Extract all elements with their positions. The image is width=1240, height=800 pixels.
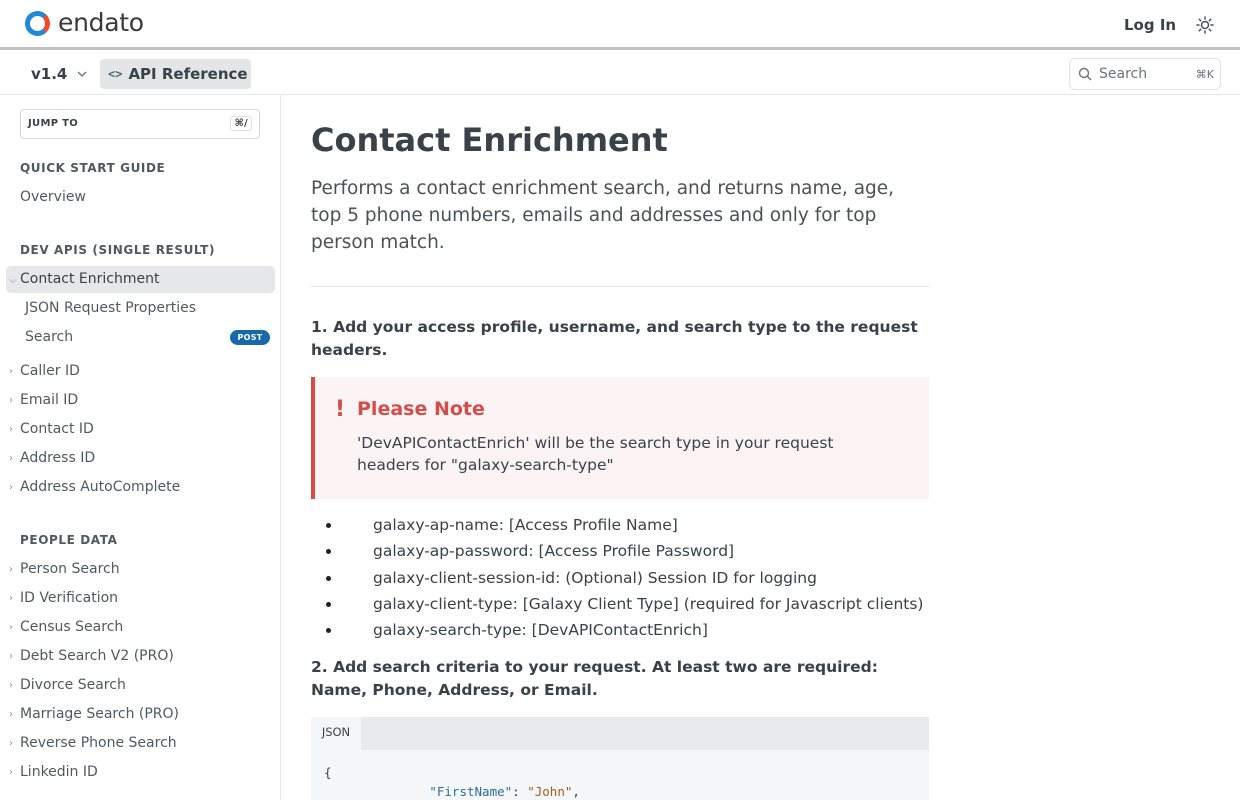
list-item: galaxy-client-type: [Galaxy Client Type]…	[326, 592, 923, 618]
list-item: galaxy-ap-password: [Access Profile Pass…	[326, 539, 923, 565]
sidebar-item-address-autocomplete[interactable]: Address AutoComplete	[20, 479, 180, 495]
divider	[311, 286, 929, 287]
jump-to-input[interactable]: JUMP TO ⌘/	[20, 109, 260, 139]
chevron-right-icon: ›	[9, 622, 13, 633]
section-heading: DEV APIS (SINGLE RESULT)	[20, 243, 216, 257]
step-1-heading: 1. Add your access profile, username, an…	[311, 318, 918, 359]
code-line: {	[324, 765, 332, 780]
tab-json[interactable]: JSON	[311, 717, 361, 750]
chevron-right-icon: ›	[9, 767, 13, 778]
sidebar-item-marriage-search[interactable]: Marriage Search (PRO)	[20, 706, 179, 722]
search-shortcut: ⌘K	[1195, 68, 1214, 81]
sun-icon[interactable]	[1196, 16, 1214, 34]
code-content: { "FirstName": "John",	[324, 765, 580, 799]
chevron-right-icon: ›	[9, 424, 13, 435]
section-heading: PEOPLE DATA	[20, 533, 118, 547]
search-placeholder: Search	[1099, 66, 1148, 82]
note-title: Please Note	[357, 398, 485, 420]
version-label: v1.4	[31, 65, 68, 83]
brand-logo[interactable]: endato	[25, 10, 144, 36]
sidebar-item-id-verification[interactable]: ID Verification	[20, 590, 118, 606]
exclamation-icon: !	[335, 397, 346, 422]
api-reference-tab[interactable]: <> API Reference	[100, 59, 251, 89]
sidebar-item-address-id[interactable]: Address ID	[20, 450, 95, 466]
sidebar-item-reverse-phone-search[interactable]: Reverse Phone Search	[20, 735, 177, 751]
list-item: galaxy-ap-name: [Access Profile Name]	[326, 513, 923, 539]
brand-name: endato	[58, 8, 144, 37]
sidebar-item-json-request-properties[interactable]: JSON Request Properties	[25, 300, 196, 316]
code-block: JSON { "FirstName": "John",	[311, 717, 929, 800]
page-title: Contact Enrichment	[311, 121, 668, 159]
top-header: endato Log In	[0, 0, 1240, 50]
chevron-right-icon: ›	[9, 680, 13, 691]
sidebar: JUMP TO ⌘/ QUICK START GUIDE Overview DE…	[0, 95, 281, 800]
sidebar-item-email-id[interactable]: Email ID	[20, 392, 78, 408]
step-2-heading: 2. Add search criteria to your request. …	[311, 658, 878, 699]
chevron-right-icon: ›	[9, 593, 13, 604]
page-description: Performs a contact enrichment search, an…	[311, 178, 895, 253]
version-selector[interactable]: v1.4	[31, 65, 87, 83]
list-item: galaxy-search-type: [DevAPIContactEnrich…	[326, 618, 923, 644]
note-callout: ! Please Note 'DevAPIContactEnrich' will…	[311, 377, 929, 499]
sub-navigation-bar: v1.4 <> API Reference Search ⌘K	[0, 53, 1240, 95]
header-list: galaxy-ap-name: [Access Profile Name] ga…	[326, 513, 923, 644]
chevron-right-icon: ›	[9, 738, 13, 749]
list-item: galaxy-client-session-id: (Optional) Ses…	[326, 566, 923, 592]
chevron-right-icon: ›	[9, 482, 13, 493]
code-string: "John"	[527, 784, 573, 799]
code-tab-bar	[311, 717, 929, 750]
sidebar-item-person-search[interactable]: Person Search	[20, 561, 120, 577]
api-reference-label: API Reference	[128, 65, 248, 83]
post-method-badge: POST	[230, 330, 270, 345]
chevron-right-icon: ›	[9, 453, 13, 464]
sidebar-item-linkedin-id[interactable]: Linkedin ID	[20, 764, 98, 780]
sidebar-item-divorce-search[interactable]: Divorce Search	[20, 677, 126, 693]
jump-to-shortcut: ⌘/	[230, 116, 252, 131]
search-icon	[1078, 67, 1092, 81]
search-input[interactable]: Search ⌘K	[1069, 58, 1221, 90]
chevron-right-icon: ›	[9, 395, 13, 406]
code-key: "FirstName"	[429, 784, 513, 799]
chevron-down-icon: ⌵	[9, 275, 17, 286]
sidebar-item-caller-id[interactable]: Caller ID	[20, 363, 80, 379]
jump-to-label: JUMP TO	[28, 118, 79, 129]
chevron-down-icon	[77, 71, 87, 77]
section-heading: QUICK START GUIDE	[20, 161, 166, 175]
chevron-right-icon: ›	[9, 366, 13, 377]
chevron-right-icon: ›	[9, 709, 13, 720]
sidebar-item-census-search[interactable]: Census Search	[20, 619, 123, 635]
sidebar-item-search[interactable]: Search	[25, 329, 73, 345]
login-button[interactable]: Log In	[1124, 16, 1176, 34]
sidebar-item-overview[interactable]: Overview	[20, 189, 86, 205]
sidebar-item-debt-search[interactable]: Debt Search V2 (PRO)	[20, 648, 174, 664]
chevron-right-icon: ›	[9, 564, 13, 575]
chevron-right-icon: ›	[9, 651, 13, 662]
note-body: 'DevAPIContactEnrich' will be the search…	[357, 434, 834, 474]
sidebar-item-label: Contact Enrichment	[20, 271, 160, 287]
sidebar-item-contact-id[interactable]: Contact ID	[20, 421, 94, 437]
code-icon: <>	[108, 67, 123, 81]
logo-mark-icon	[25, 10, 50, 36]
